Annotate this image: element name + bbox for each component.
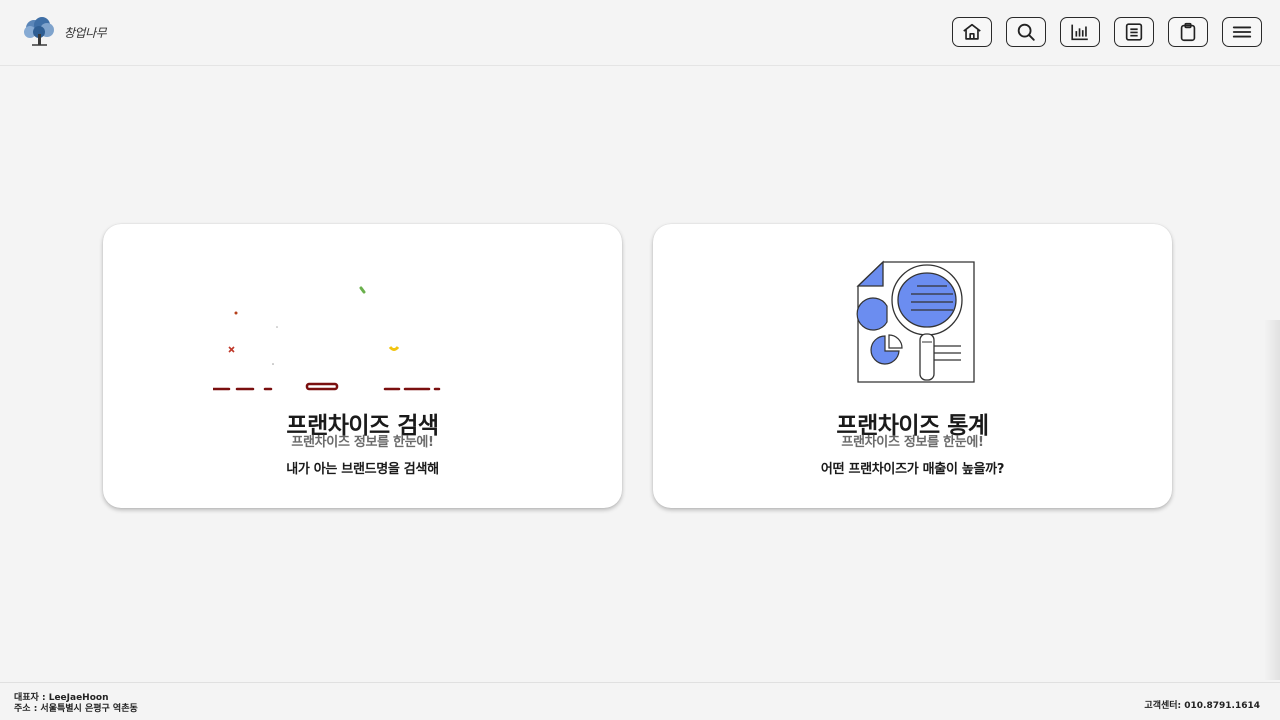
customer-center-text: 고객센터: 010.8791.1614 xyxy=(1144,701,1260,711)
menu-icon xyxy=(1232,26,1252,38)
card-subtitle: 프랜차이즈 정보를 한눈에! xyxy=(291,435,434,450)
list-icon xyxy=(1125,23,1143,41)
representative-text: 대표자 : LeeJaeHoon xyxy=(14,693,109,703)
home-icon xyxy=(963,23,981,40)
header: 창업나무 xyxy=(0,0,1280,66)
card-description: 어떤 프랜차이즈가 매출이 높을까? xyxy=(820,462,1005,477)
footer-company-info: 대표자 : LeeJaeHoon 주소 : 서울특별시 은평구 역촌동 xyxy=(14,693,138,715)
tree-logo-icon xyxy=(24,17,54,46)
address-text: 주소 : 서울특별시 은평구 역촌동 xyxy=(14,704,138,714)
menu-button[interactable] xyxy=(1222,17,1262,47)
search-illustration xyxy=(103,256,622,426)
home-button[interactable] xyxy=(952,17,992,47)
statistics-button[interactable] xyxy=(1060,17,1100,47)
franchise-search-card[interactable]: 프랜차이즈 검색 프랜차이즈 정보를 한눈에! 내가 아는 브랜드명을 검색해 xyxy=(103,224,622,508)
search-button[interactable] xyxy=(1006,17,1046,47)
statistics-illustration xyxy=(653,256,1172,426)
franchise-statistics-card[interactable]: 프랜차이즈 통계 프랜차이즈 정보를 한눈에! 어떤 프랜차이즈가 매출이 높을… xyxy=(653,224,1172,508)
document-magnifier-icon xyxy=(855,260,975,383)
clipboard-icon xyxy=(1180,22,1196,42)
footer: 대표자 : LeeJaeHoon 주소 : 서울특별시 은평구 역촌동 고객센터… xyxy=(0,682,1280,720)
list-button[interactable] xyxy=(1114,17,1154,47)
logo[interactable]: 창업나무 xyxy=(20,16,107,48)
search-icon xyxy=(1017,23,1035,41)
bar-chart-icon xyxy=(1071,24,1088,41)
card-description: 내가 아는 브랜드명을 검색해 xyxy=(286,462,439,477)
card-subtitle: 프랜차이즈 정보를 한눈에! xyxy=(841,435,984,450)
top-nav xyxy=(952,17,1262,47)
clipboard-button[interactable] xyxy=(1168,17,1208,47)
confetti-illustration-icon xyxy=(212,286,440,391)
logo-text: 창업나무 xyxy=(64,25,107,40)
scroll-shadow xyxy=(1264,320,1280,680)
